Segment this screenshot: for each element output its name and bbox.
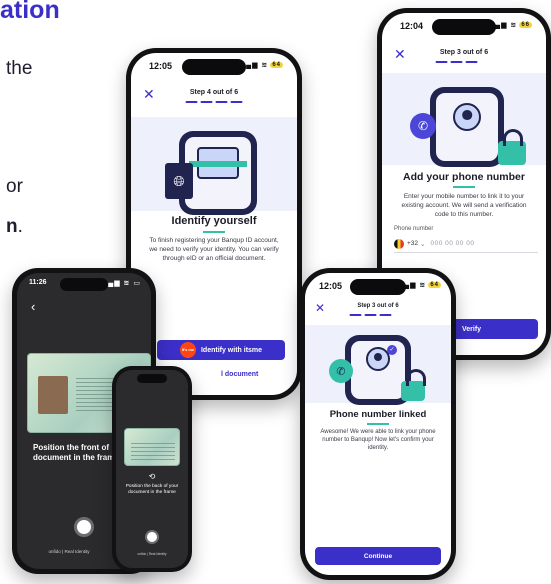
hero-illustration: ✆	[382, 73, 546, 167]
close-icon[interactable]: ✕	[143, 86, 155, 103]
continue-button[interactable]: Continue	[315, 547, 441, 565]
phone-number-linked: 12:05 ▂▄▆ ≋ 64 ✕ Step 3 out of 6 ✓ ✆ Phon…	[300, 268, 456, 580]
status-time: 12:04	[400, 21, 424, 31]
linked-title: Phone number linked	[329, 409, 427, 420]
phone-number-field[interactable]: +32 ⌄ 000 00 00 00	[394, 235, 538, 253]
phone-bubble-icon: ✆	[410, 113, 436, 139]
hero-illustration: 🌐︎	[131, 117, 297, 215]
user-avatar-icon	[453, 103, 481, 131]
dynamic-island	[182, 59, 246, 75]
onfido-branding: onfido | Real Identity	[137, 552, 167, 556]
text-fragment-period: .	[17, 216, 23, 237]
phone-linked-screen: 12:05 ▂▄▆ ≋ 64 ✕ Step 3 out of 6 ✓ ✆ Phon…	[305, 273, 451, 575]
dynamic-island	[137, 374, 167, 383]
dynamic-island	[432, 19, 496, 35]
phone-scan-back: ⟲ Position the back of your document in …	[112, 366, 192, 572]
phone-input-placeholder[interactable]: 000 00 00 00	[430, 240, 474, 247]
close-icon[interactable]: ✕	[315, 301, 325, 315]
hero-illustration: ✓ ✆	[305, 325, 451, 405]
belgium-flag-icon	[394, 238, 404, 249]
add-phone-title: Add your phone number	[403, 171, 525, 183]
scan-back-instruction: Position the back of your document in th…	[125, 484, 179, 496]
back-arrow-icon[interactable]: ‹	[31, 299, 35, 314]
title-accent-line	[203, 231, 225, 233]
status-icons: ▂▄▆ ≋ 64	[239, 62, 283, 69]
country-code[interactable]: +32	[407, 240, 418, 247]
step-indicator: Step 4 out of 6	[189, 89, 239, 96]
monitor-illustration	[430, 87, 504, 167]
title-accent-line	[367, 423, 389, 425]
status-time: 12:05	[149, 61, 173, 71]
progress-bar	[185, 101, 243, 103]
passport-icon: 🌐︎	[165, 163, 193, 199]
step-indicator: Step 3 out of 6	[439, 49, 489, 56]
id-card-back-image	[124, 428, 180, 466]
phone-bubble-icon: ✆	[329, 359, 353, 383]
chevron-down-icon[interactable]: ⌄	[420, 240, 425, 248]
lock-icon	[401, 369, 426, 401]
battery-icon: 64	[270, 62, 283, 69]
battery-icon: 66	[519, 22, 532, 29]
official-document-link[interactable]: l document	[221, 371, 258, 378]
text-fragment-n: n.	[6, 216, 23, 238]
text-fragment-n-bold: n	[6, 216, 18, 237]
check-badge-icon: ✓	[387, 345, 397, 355]
page-title-fragment: ation	[0, 0, 60, 24]
identify-title: Identify yourself	[171, 215, 257, 227]
dynamic-island	[350, 279, 406, 295]
add-phone-description: Enter your mobile number to link it to y…	[401, 193, 527, 218]
identify-description: To finish registering your Banqup ID acc…	[149, 237, 279, 262]
identify-with-itsme-label: Identify with itsme	[200, 346, 263, 354]
step-indicator: Step 3 out of 6	[357, 303, 399, 309]
progress-bar	[435, 61, 493, 63]
status-time: 12:05	[319, 281, 343, 291]
id-photo	[38, 376, 68, 414]
lock-icon	[498, 129, 526, 165]
status-time: 11:26	[29, 279, 47, 286]
phone-number-label: Phone number	[394, 226, 434, 232]
verify-button[interactable]: Verify	[444, 319, 538, 339]
shutter-button[interactable]	[145, 530, 159, 544]
id-back-text-lines	[131, 443, 175, 461]
itsme-badge-icon: it's me	[179, 342, 196, 358]
flip-card-icon: ⟲	[148, 472, 156, 481]
identify-with-itsme-button[interactable]: it's me Identify with itsme	[157, 340, 285, 360]
dynamic-island	[60, 278, 108, 291]
shutter-button[interactable]	[74, 517, 94, 537]
close-icon[interactable]: ✕	[394, 46, 406, 63]
linked-description: Awesome! We were able to link your phone…	[320, 429, 436, 452]
battery-icon: 64	[428, 282, 441, 289]
phone-scan-back-screen: ⟲ Position the back of your document in …	[116, 370, 188, 568]
scan-bar	[189, 161, 247, 167]
progress-bar	[349, 314, 407, 316]
text-fragment-the: the	[6, 58, 33, 79]
text-fragment-or: or	[6, 176, 23, 197]
title-accent-line	[453, 186, 475, 188]
